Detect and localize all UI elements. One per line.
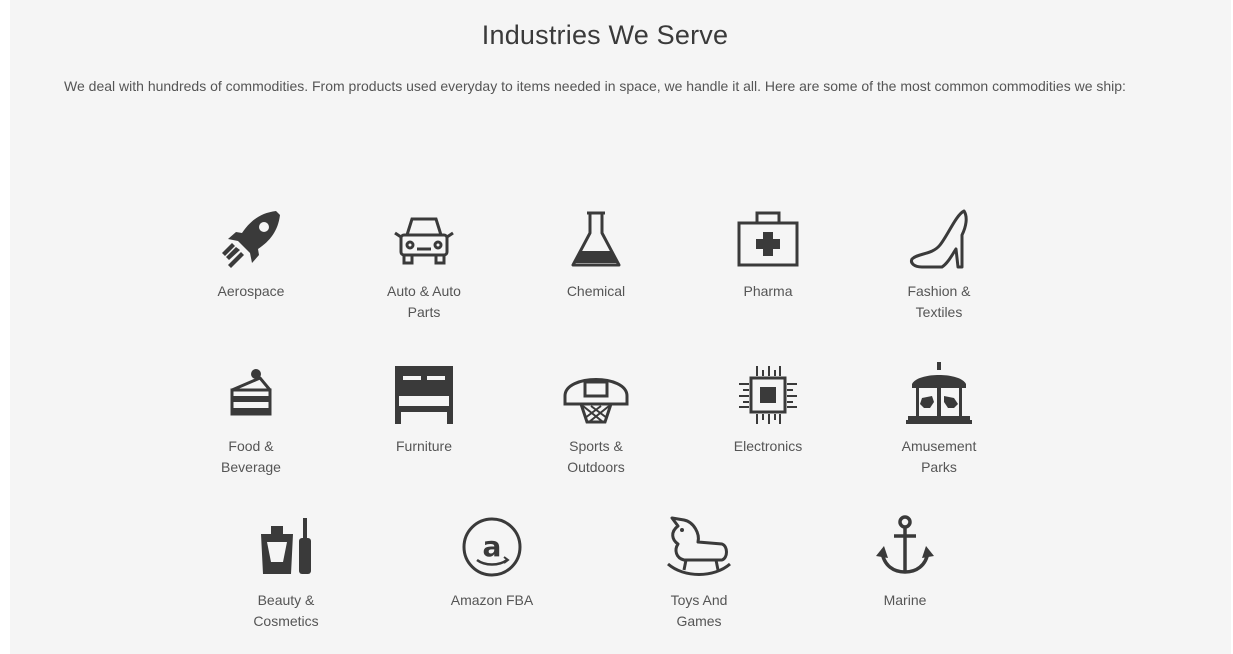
- bed-icon: [389, 360, 459, 430]
- industry-label: Amazon FBA: [450, 592, 534, 608]
- amazon-icon: a: [457, 514, 527, 584]
- perfume-icon: [251, 514, 321, 584]
- industry-item-food[interactable]: Food & Beverage: [186, 360, 316, 478]
- industry-label: Beauty & Cosmetics: [253, 592, 319, 629]
- industry-label: Chemical: [566, 283, 626, 299]
- svg-text:a: a: [483, 530, 502, 563]
- industry-item-amazon-fba[interactable]: a Amazon FBA: [427, 514, 557, 611]
- cake-slice-icon: [216, 360, 286, 430]
- industry-item-chemical[interactable]: Chemical: [531, 205, 661, 302]
- first-aid-kit-icon: [733, 205, 803, 275]
- industry-label: Fashion & Textiles: [907, 283, 971, 320]
- industry-item-pharma[interactable]: Pharma: [703, 205, 833, 302]
- industry-label: Toys And Games: [670, 592, 728, 629]
- industry-item-fashion[interactable]: Fashion & Textiles: [874, 205, 1004, 323]
- industry-item-marine[interactable]: Marine: [840, 514, 970, 611]
- rocking-horse-icon: [664, 514, 734, 584]
- rocket-icon: [216, 205, 286, 275]
- anchor-icon: [870, 514, 940, 584]
- industry-label: Electronics: [733, 438, 803, 454]
- industry-label: Pharma: [743, 283, 793, 299]
- industries-section: Industries We Serve We deal with hundred…: [10, 0, 1231, 654]
- high-heel-icon: [904, 205, 974, 275]
- industry-label: Auto & Auto Parts: [387, 283, 461, 320]
- industry-item-beauty[interactable]: Beauty & Cosmetics: [221, 514, 351, 632]
- industry-item-electronics[interactable]: Electronics: [703, 360, 833, 457]
- basketball-hoop-icon: [561, 360, 631, 430]
- industry-item-furniture[interactable]: Furniture: [359, 360, 489, 457]
- car-icon: [389, 205, 459, 275]
- industry-label: Marine: [883, 592, 927, 608]
- flask-icon: [561, 205, 631, 275]
- industry-label: Furniture: [395, 438, 453, 454]
- industry-item-amusement[interactable]: Amusement Parks: [874, 360, 1004, 478]
- industry-item-auto-parts[interactable]: Auto & Auto Parts: [359, 205, 489, 323]
- industry-item-toys[interactable]: Toys And Games: [634, 514, 764, 632]
- industry-label: Food & Beverage: [221, 438, 281, 475]
- industry-item-aerospace[interactable]: Aerospace: [186, 205, 316, 302]
- industry-label: Aerospace: [217, 283, 285, 299]
- microchip-icon: [733, 360, 803, 430]
- section-intro: We deal with hundreds of commodities. Fr…: [64, 78, 1126, 94]
- section-title: Industries We Serve: [481, 20, 729, 50]
- carousel-icon: [904, 360, 974, 430]
- industry-label: Amusement Parks: [901, 438, 977, 475]
- industry-item-sports[interactable]: Sports & Outdoors: [531, 360, 661, 478]
- industry-label: Sports & Outdoors: [567, 438, 625, 475]
